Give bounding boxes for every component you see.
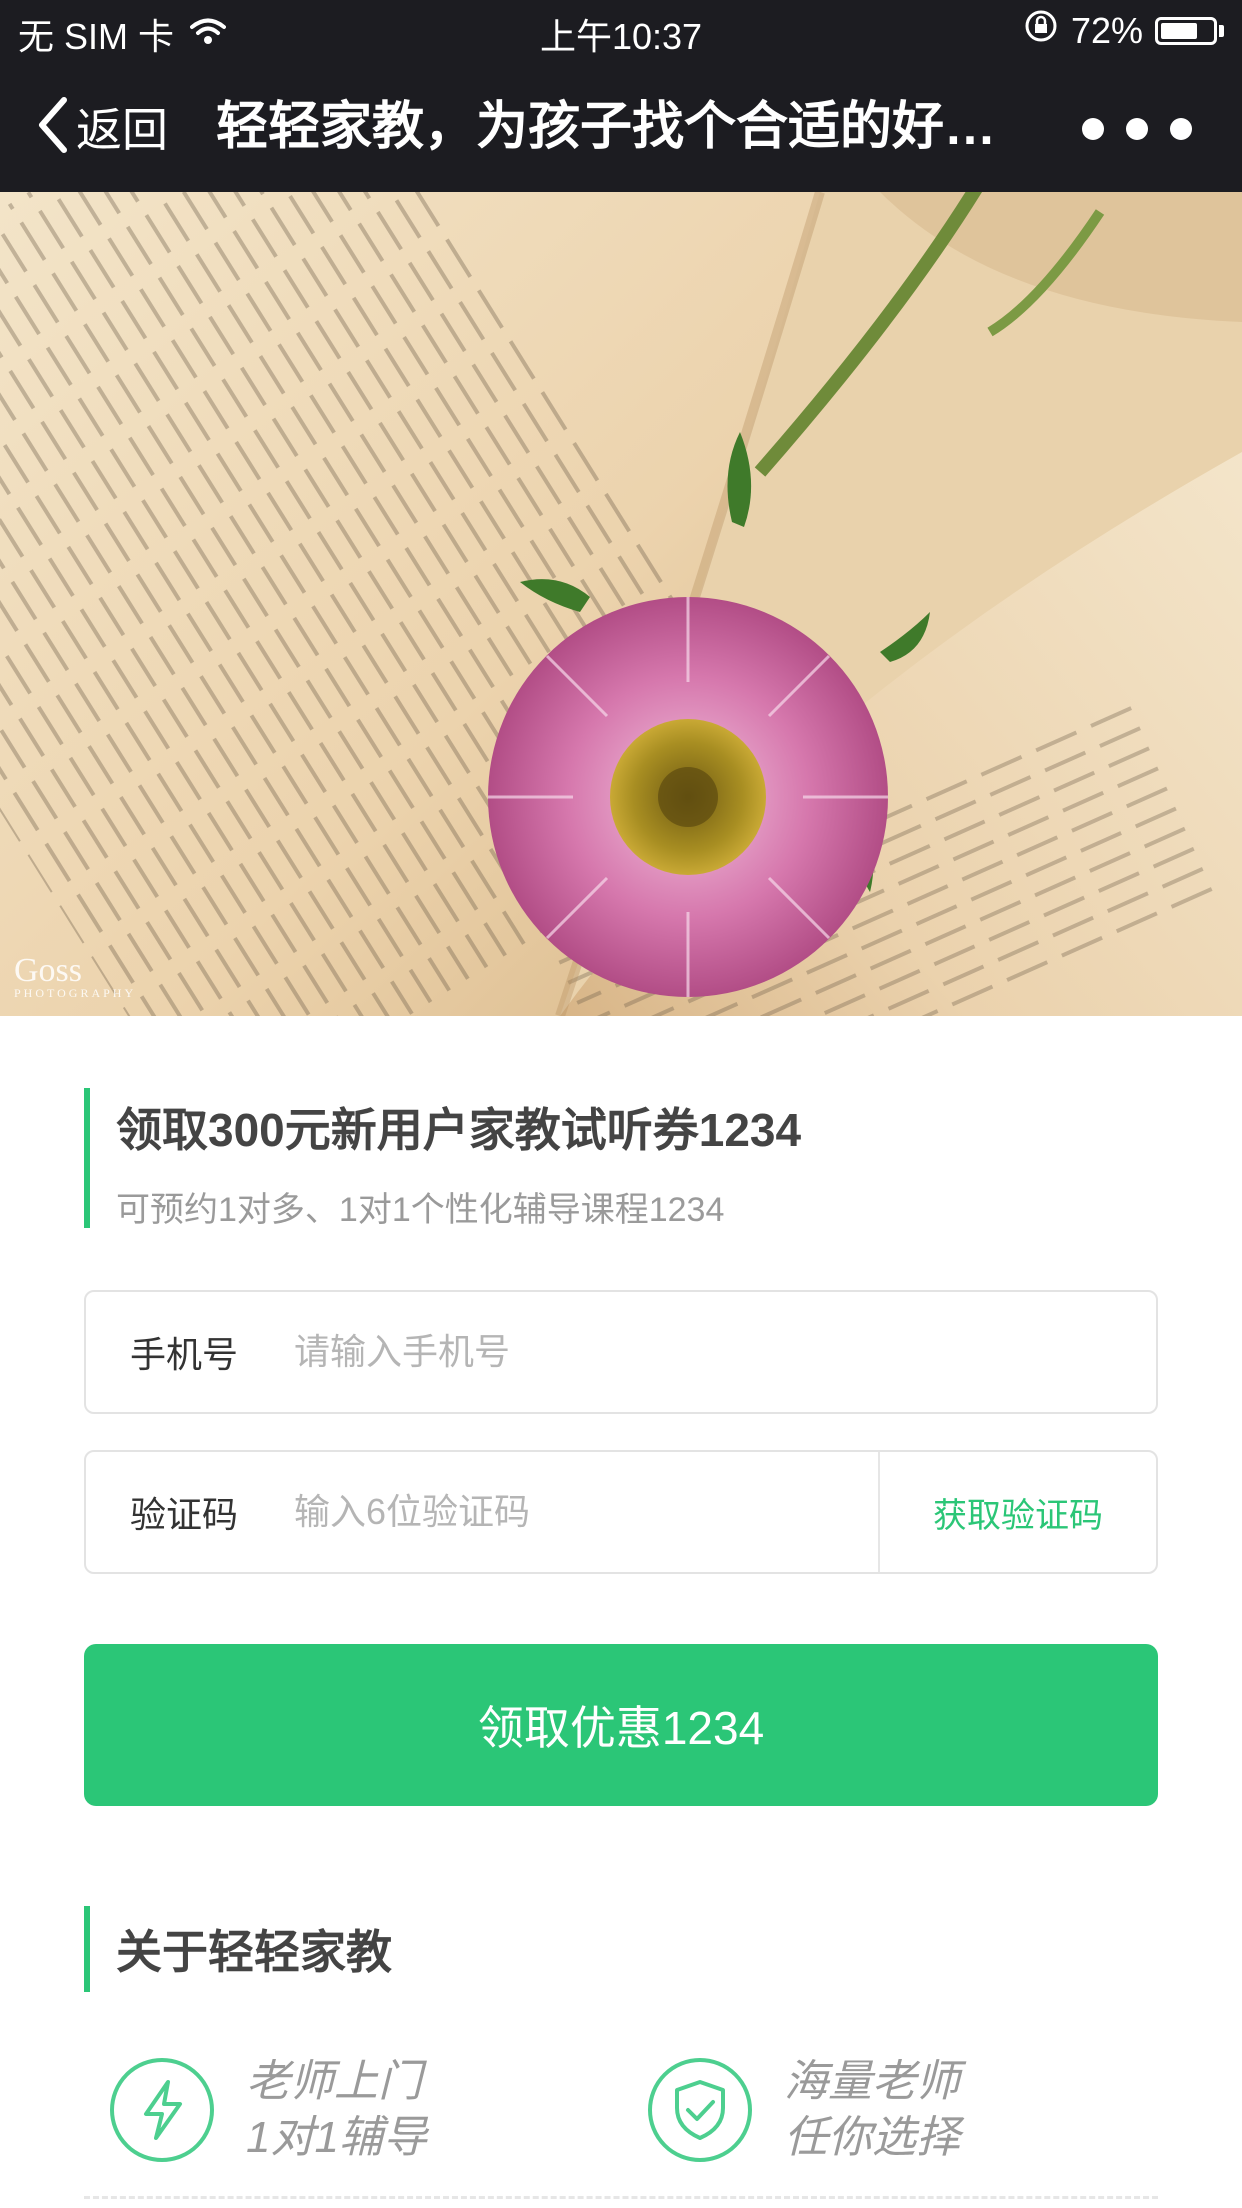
nav-bar: 返回 轻轻家教，为孩子找个合适的好… bbox=[0, 62, 1242, 192]
feature-item: 海量老师 任你选择 bbox=[648, 2050, 960, 2170]
lightning-icon bbox=[110, 2058, 214, 2162]
phone-input[interactable] bbox=[292, 1330, 1156, 1374]
about-title: 关于轻轻家教 bbox=[116, 1926, 392, 1978]
phone-label: 手机号 bbox=[130, 1334, 239, 1375]
code-label: 验证码 bbox=[130, 1494, 239, 1535]
feature-line-2: 1对1辅导 bbox=[246, 2113, 427, 2162]
more-dot-icon bbox=[1126, 118, 1148, 140]
feature-line-1: 老师上门 bbox=[246, 2057, 422, 2106]
back-button[interactable]: 返回 bbox=[36, 94, 168, 160]
hero-image: Goss PHOTOGRAPHY bbox=[0, 192, 1242, 1016]
code-input[interactable] bbox=[292, 1490, 856, 1534]
battery-fill bbox=[1161, 22, 1197, 39]
section-divider bbox=[84, 2196, 1158, 2199]
flower-book-illustration bbox=[0, 192, 1242, 1016]
feature-line-2: 任你选择 bbox=[784, 2113, 960, 2162]
verification-code-field: 验证码 获取验证码 bbox=[84, 1450, 1158, 1574]
chevron-left-icon bbox=[36, 96, 70, 159]
status-bar: 无 SIM 卡 上午10:37 72% bbox=[0, 0, 1242, 62]
more-menu-button[interactable] bbox=[1082, 114, 1192, 144]
promo-title: 领取300元新用户家教试听券1234 bbox=[116, 1104, 802, 1156]
rotation-lock-icon bbox=[1023, 8, 1059, 53]
about-header: 关于轻轻家教 bbox=[84, 1906, 1164, 1992]
get-code-button[interactable]: 获取验证码 bbox=[880, 1452, 1156, 1572]
promo-header: 领取300元新用户家教试听券1234 可预约1对多、1对1个性化辅导课程1234 bbox=[84, 1088, 1164, 1229]
feature-item: 老师上门 1对1辅导 bbox=[110, 2050, 427, 2170]
photo-watermark: Goss PHOTOGRAPHY bbox=[14, 952, 136, 1001]
phone-field: 手机号 bbox=[84, 1290, 1158, 1414]
battery-icon bbox=[1155, 16, 1217, 45]
page-title: 轻轻家教，为孩子找个合适的好… bbox=[216, 98, 997, 156]
more-dot-icon bbox=[1082, 118, 1104, 140]
promo-subtitle: 可预约1对多、1对1个性化辅导课程1234 bbox=[116, 1191, 725, 1229]
shield-check-icon bbox=[648, 2058, 752, 2162]
battery-cap bbox=[1219, 24, 1224, 37]
watermark-main: Goss bbox=[14, 952, 83, 989]
watermark-sub: PHOTOGRAPHY bbox=[14, 986, 137, 1000]
claim-discount-button[interactable]: 领取优惠1234 bbox=[84, 1644, 1158, 1806]
feature-line-1: 海量老师 bbox=[784, 2057, 960, 2106]
back-label: 返回 bbox=[76, 104, 168, 156]
battery-percent: 72% bbox=[1070, 9, 1143, 51]
more-dot-icon bbox=[1170, 118, 1192, 140]
